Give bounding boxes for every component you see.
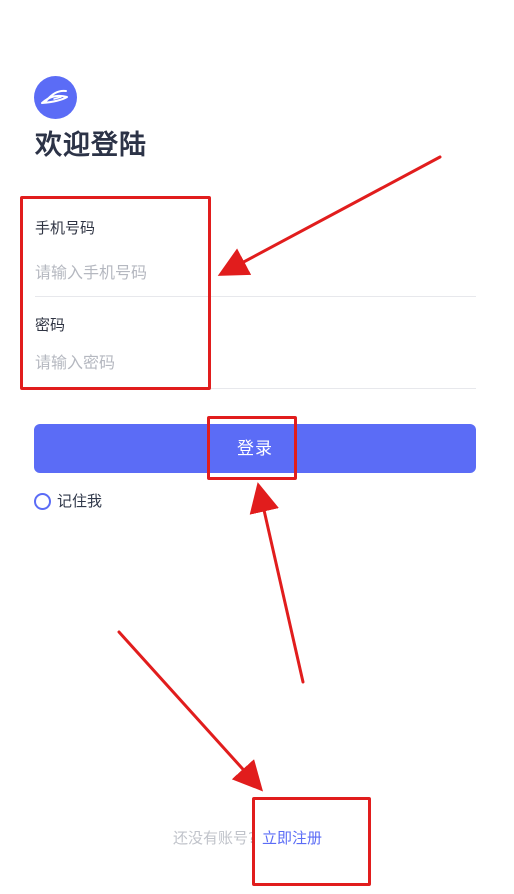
password-label: 密码 [35,316,66,334]
register-prompt: 还没有账号? 立即注册 [173,827,322,849]
arrow-to-login [249,482,305,684]
page-title: 欢迎登陆 [35,130,147,161]
arrow-to-register [117,630,264,792]
register-link[interactable]: 立即注册 [262,827,322,849]
phone-divider [35,296,476,297]
app-logo-icon [34,76,77,119]
password-input[interactable] [35,345,475,379]
password-divider [35,388,476,389]
remember-me-toggle[interactable]: 记住我 [34,490,102,512]
remember-me-radio[interactable] [34,492,51,510]
register-tip: 还没有账号? [173,829,256,847]
login-button[interactable]: 登录 [34,424,476,473]
phone-input[interactable] [35,255,475,289]
remember-me-label: 记住我 [57,492,103,510]
phone-label: 手机号码 [35,219,96,237]
